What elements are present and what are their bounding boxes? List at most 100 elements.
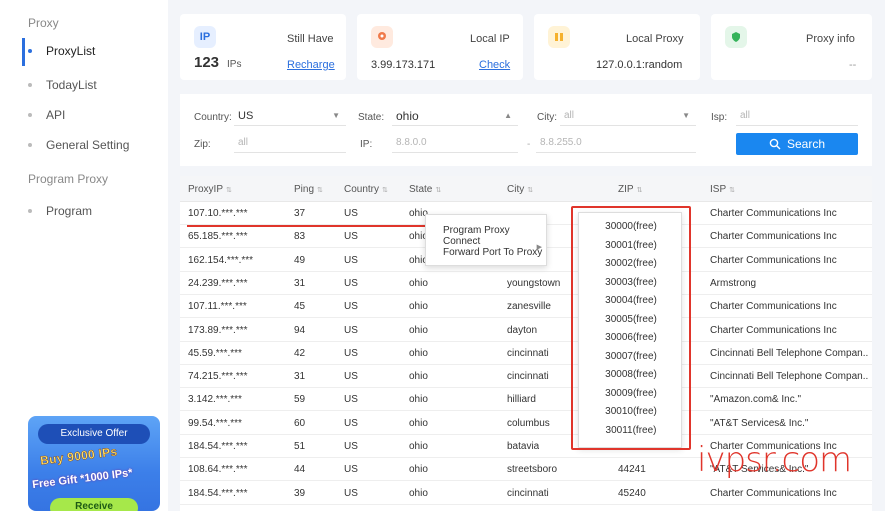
table-row[interactable]: 184.54.***.*** 39 US ohio cincinnati 45240 Cha…	[180, 483, 872, 505]
port-option[interactable]: 30004(free)	[579, 295, 683, 306]
table-cell: US	[344, 487, 358, 499]
table-cell: US	[344, 371, 358, 383]
port-option[interactable]: 30002(free)	[579, 258, 683, 269]
table-cell: US	[344, 301, 358, 313]
sort-icon[interactable]: ⇅	[382, 187, 388, 194]
ip-label: IP:	[360, 139, 373, 150]
receive-button[interactable]: Receive	[50, 498, 138, 511]
table-row[interactable]: 173.89.***.*** 94 US ohio dayton Charter Comm…	[180, 320, 872, 342]
table-cell: 45	[294, 301, 306, 313]
port-option[interactable]: 30000(free)	[579, 221, 683, 232]
promo-banner[interactable]: Exclusive Offer Buy 9000 IPs Free Gift *…	[28, 416, 160, 511]
table-row[interactable]: 24.239.***.*** 31 US ohio youngstown Armstron…	[180, 273, 872, 295]
table-cell: zanesville	[507, 301, 551, 313]
table-cell: US	[344, 464, 358, 476]
table-cell: 51	[294, 441, 306, 452]
column-header[interactable]: Ping ⇅	[294, 184, 323, 195]
city-select[interactable]: all ▼	[560, 106, 696, 126]
table-cell: US	[344, 231, 358, 243]
column-header[interactable]: ZIP ⇅	[618, 184, 642, 195]
local-proxy-value: 127.0.0.1:random	[596, 59, 683, 71]
port-option[interactable]: 30009(free)	[579, 388, 683, 399]
ip-to-input[interactable]: 8.8.255.0	[536, 133, 696, 153]
ip-from-input[interactable]: 8.8.0.0	[392, 133, 518, 153]
table-cell: US	[344, 277, 358, 289]
port-option[interactable]: 30001(free)	[579, 240, 683, 251]
menu-item-forward-port-to-proxy[interactable]: Forward Port To Proxy	[443, 247, 542, 258]
context-menu: Program Proxy Connect Forward Port To Pr…	[425, 214, 547, 266]
table-cell: US	[344, 347, 358, 359]
port-option[interactable]: 30010(free)	[579, 406, 683, 417]
port-option[interactable]: 30007(free)	[579, 351, 683, 362]
zip-label: Zip:	[194, 139, 211, 150]
table-row[interactable]: 3.142.***.*** 59 US ohio hilliard "Amazon.com…	[180, 389, 872, 412]
state-select[interactable]: ohio ▲	[392, 106, 518, 126]
column-header-label: Country	[344, 184, 380, 195]
table-cell: US	[344, 394, 358, 406]
country-select[interactable]: US ▼	[234, 106, 346, 126]
search-button[interactable]: Search	[736, 133, 858, 155]
promo-headline: Buy 9000 IPs	[39, 444, 119, 468]
proxy-info-value: --	[849, 59, 857, 71]
sidebar-item-proxylist[interactable]: ProxyList	[28, 40, 95, 62]
state-value: ohio	[396, 108, 419, 123]
table-cell: dayton	[507, 324, 538, 336]
promo-badge: Exclusive Offer	[38, 424, 150, 444]
table-row[interactable]: 107.11.***.*** 45 US ohio zanesville Charter …	[180, 296, 872, 319]
sort-icon[interactable]: ⇅	[637, 187, 643, 194]
card-local-proxy: Local Proxy 127.0.0.1:random	[534, 14, 700, 80]
dropdown-caret-icon: ▼	[682, 111, 690, 120]
check-link[interactable]: Check	[479, 59, 510, 71]
bullet-icon	[28, 83, 32, 87]
table-cell: 45.59.***.***	[188, 347, 242, 359]
column-header[interactable]: Country ⇅	[344, 184, 388, 195]
recharge-link[interactable]: Recharge	[287, 59, 335, 71]
sidebar-item-program[interactable]: Program	[28, 200, 92, 222]
table-cell: 94	[294, 324, 306, 336]
isp-input[interactable]: all	[736, 106, 858, 126]
card-ip-balance: IP Still Have 123 IPs Recharge	[180, 14, 346, 80]
bullet-icon	[28, 49, 32, 53]
table-cell: 45240	[618, 487, 646, 499]
ip-icon: IP	[194, 26, 216, 48]
column-header[interactable]: State ⇅	[409, 184, 441, 195]
sort-icon[interactable]: ⇅	[435, 187, 441, 194]
sort-icon[interactable]: ⇅	[527, 187, 533, 194]
sort-icon[interactable]: ⇅	[226, 187, 232, 194]
port-option[interactable]: 30005(free)	[579, 314, 683, 325]
table-cell: 24.239.***.***	[188, 277, 248, 289]
promo-subline: Free Gift *1000 IPs*	[31, 466, 134, 492]
shield-icon	[725, 26, 747, 48]
menu-item-program-proxy-connect[interactable]: Program Proxy Connect	[443, 225, 546, 247]
table-row[interactable]: 74.215.***.*** 31 US ohio cincinnati Cincinna…	[180, 366, 872, 389]
port-option[interactable]: 30006(free)	[579, 332, 683, 343]
country-value: US	[238, 109, 254, 122]
port-option[interactable]: 30003(free)	[579, 277, 683, 288]
table-row[interactable]: 45.59.***.*** 42 US ohio cincinnati Cincinnat…	[180, 343, 872, 365]
table-row[interactable]: 99.54.***.*** 60 US ohio columbus "AT&T Servi…	[180, 413, 872, 435]
table-cell: ohio	[409, 417, 428, 429]
sidebar-item-api[interactable]: API	[28, 104, 65, 126]
sidebar-item-label: Program	[46, 204, 93, 218]
table-cell: 60	[294, 417, 306, 429]
ip-unit: IPs	[227, 59, 242, 70]
sidebar-item-label: API	[46, 108, 66, 122]
table-cell: streetsboro	[507, 464, 558, 476]
column-header[interactable]: ProxyIP ⇅	[188, 184, 232, 195]
search-icon	[769, 138, 781, 150]
table-cell: "Amazon.com& Inc."	[710, 394, 802, 406]
column-header[interactable]: City ⇅	[507, 184, 533, 195]
table-cell: youngstown	[507, 277, 561, 289]
sort-icon[interactable]: ⇅	[317, 187, 323, 194]
table-cell: 107.11.***.***	[188, 301, 247, 313]
sidebar-item-todaylist[interactable]: TodayList	[28, 74, 97, 96]
sort-icon[interactable]: ⇅	[729, 187, 735, 194]
port-option[interactable]: 30008(free)	[579, 369, 683, 380]
column-header[interactable]: ISP ⇅	[710, 184, 735, 195]
ip-from-placeholder: 8.8.0.0	[396, 137, 427, 148]
sidebar-item-general-setting[interactable]: General Setting	[28, 134, 129, 156]
table-cell: 99.54.***.***	[188, 417, 242, 429]
zip-input[interactable]: all	[234, 133, 346, 153]
zip-placeholder: all	[238, 137, 249, 148]
port-option[interactable]: 30011(free)	[579, 425, 683, 436]
